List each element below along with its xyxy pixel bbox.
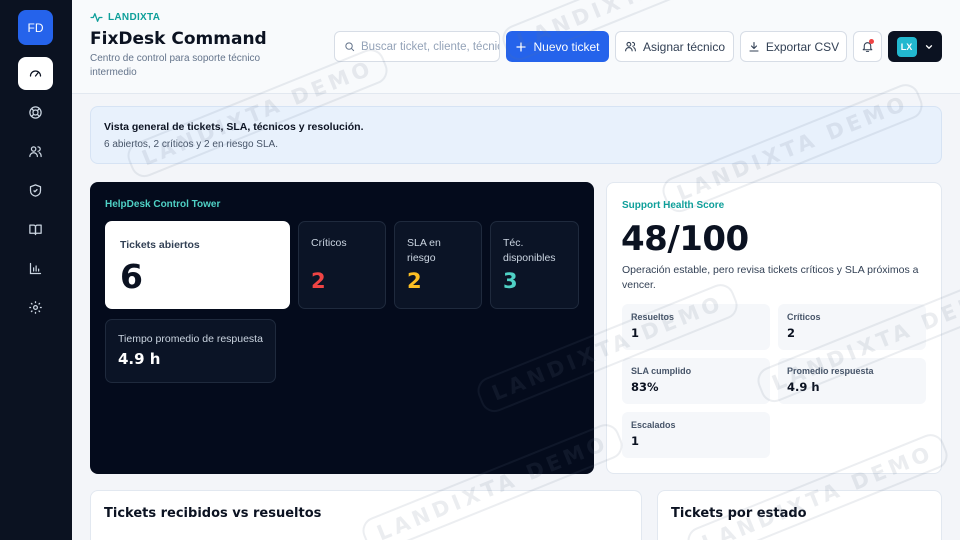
metric-sla-met: SLA cumplido 83% (622, 358, 770, 404)
sidebar: FD (0, 0, 72, 540)
critical-tickets-tile[interactable]: Críticos 2 (298, 221, 386, 309)
metric-value: 1 (631, 326, 640, 340)
sidebar-item-users[interactable] (18, 135, 53, 168)
received-vs-resolved-card: Tickets recibidos vs resueltos (90, 490, 642, 540)
download-icon (749, 41, 759, 52)
new-ticket-label: Nuevo ticket (533, 39, 600, 54)
notifications-button[interactable] (853, 31, 882, 62)
page-title: FixDesk Command (90, 29, 267, 49)
open-tickets-value: 6 (120, 257, 143, 296)
brand: LANDIXTA (90, 11, 160, 24)
shield-icon (29, 184, 42, 197)
metric-label: SLA cumplido (631, 366, 692, 376)
search-icon (345, 42, 355, 52)
response-time-tile[interactable]: Tiempo promedio de respuesta 4.9 h (105, 319, 276, 383)
available-technicians-label: Téc. disponibles (503, 237, 556, 264)
metric-value: 1 (631, 434, 640, 448)
user-group-icon (625, 41, 636, 52)
avatar: LX (896, 36, 917, 57)
sidebar-item-settings[interactable] (18, 291, 53, 324)
available-technicians-value: 3 (503, 269, 518, 293)
metric-resolved: Resueltos 1 (622, 304, 770, 350)
metric-label: Resueltos (631, 312, 675, 322)
users-icon (29, 146, 42, 158)
metric-label: Escalados (631, 420, 676, 430)
metric-value: 83% (631, 380, 659, 394)
banner-summary: 6 abiertos, 2 críticos y 2 en riesgo SLA… (104, 139, 278, 150)
page-subtitle: Centro de control para soporte técnico i… (90, 53, 261, 78)
critical-tickets-label: Críticos (311, 237, 347, 249)
sla-risk-value: 2 (407, 269, 422, 293)
response-time-value: 4.9 h (118, 350, 161, 368)
overview-banner: Vista general de tickets, SLA, técnicos … (90, 106, 942, 164)
plus-icon (516, 41, 527, 52)
top-header: LANDIXTA FixDesk Command Centro de contr… (72, 0, 960, 94)
critical-tickets-value: 2 (311, 269, 326, 293)
search-input[interactable] (361, 40, 499, 53)
metric-value: 2 (787, 326, 796, 340)
open-tickets-tile[interactable]: Tickets abiertos 6 (105, 221, 290, 309)
metric-label: Promedio respuesta (787, 366, 874, 376)
health-score-title: Support Health Score (622, 200, 725, 211)
assign-technician-label: Asignar técnico (642, 39, 726, 54)
card-title: Tickets por estado (671, 506, 807, 521)
tickets-by-status-card: Tickets por estado (657, 490, 942, 540)
lifebuoy-icon (29, 106, 42, 119)
workspace-avatar[interactable]: FD (18, 10, 53, 45)
sidebar-item-security[interactable] (18, 174, 53, 207)
export-csv-label: Exportar CSV (765, 39, 840, 54)
sla-risk-label: SLA en riesgo (407, 237, 441, 264)
chevron-down-icon (925, 44, 932, 49)
health-score-panel: Support Health Score 48/100 Operación es… (606, 182, 942, 474)
health-score-value: 48/100 (621, 219, 749, 259)
control-tower-title: HelpDesk Control Tower (105, 199, 221, 210)
metric-label: Críticos (787, 312, 821, 322)
new-ticket-button[interactable]: Nuevo ticket (506, 31, 609, 62)
notification-dot (869, 39, 874, 44)
bar-chart-icon (29, 262, 42, 275)
open-tickets-label: Tickets abiertos (120, 239, 200, 251)
metric-escalated: Escalados 1 (622, 412, 770, 458)
gauge-icon (29, 70, 42, 77)
book-icon (29, 224, 42, 236)
card-title: Tickets recibidos vs resueltos (104, 506, 322, 521)
metric-avg-response: Promedio respuesta 4.9 h (778, 358, 926, 404)
response-time-label: Tiempo promedio de respuesta (118, 333, 263, 345)
export-csv-button[interactable]: Exportar CSV (740, 31, 847, 62)
sidebar-item-dashboard[interactable] (18, 57, 53, 90)
assign-technician-button[interactable]: Asignar técnico (615, 31, 734, 62)
sidebar-item-support[interactable] (18, 96, 53, 129)
user-menu-button[interactable]: LX (888, 31, 942, 62)
activity-icon (90, 13, 103, 22)
metric-value: 4.9 h (787, 380, 820, 394)
control-tower-panel: HelpDesk Control Tower Tickets abiertos … (90, 182, 594, 474)
sla-risk-tile[interactable]: SLA en riesgo 2 (394, 221, 482, 309)
sidebar-item-knowledge-base[interactable] (18, 213, 53, 246)
search-box[interactable] (334, 31, 500, 62)
gear-icon (29, 301, 42, 314)
health-score-description: Operación estable, pero revisa tickets c… (622, 264, 919, 291)
sidebar-item-reports[interactable] (18, 252, 53, 285)
available-technicians-tile[interactable]: Téc. disponibles 3 (490, 221, 579, 309)
metric-critical: Críticos 2 (778, 304, 926, 350)
brand-name: LANDIXTA (108, 12, 161, 23)
banner-title: Vista general de tickets, SLA, técnicos … (104, 121, 364, 133)
